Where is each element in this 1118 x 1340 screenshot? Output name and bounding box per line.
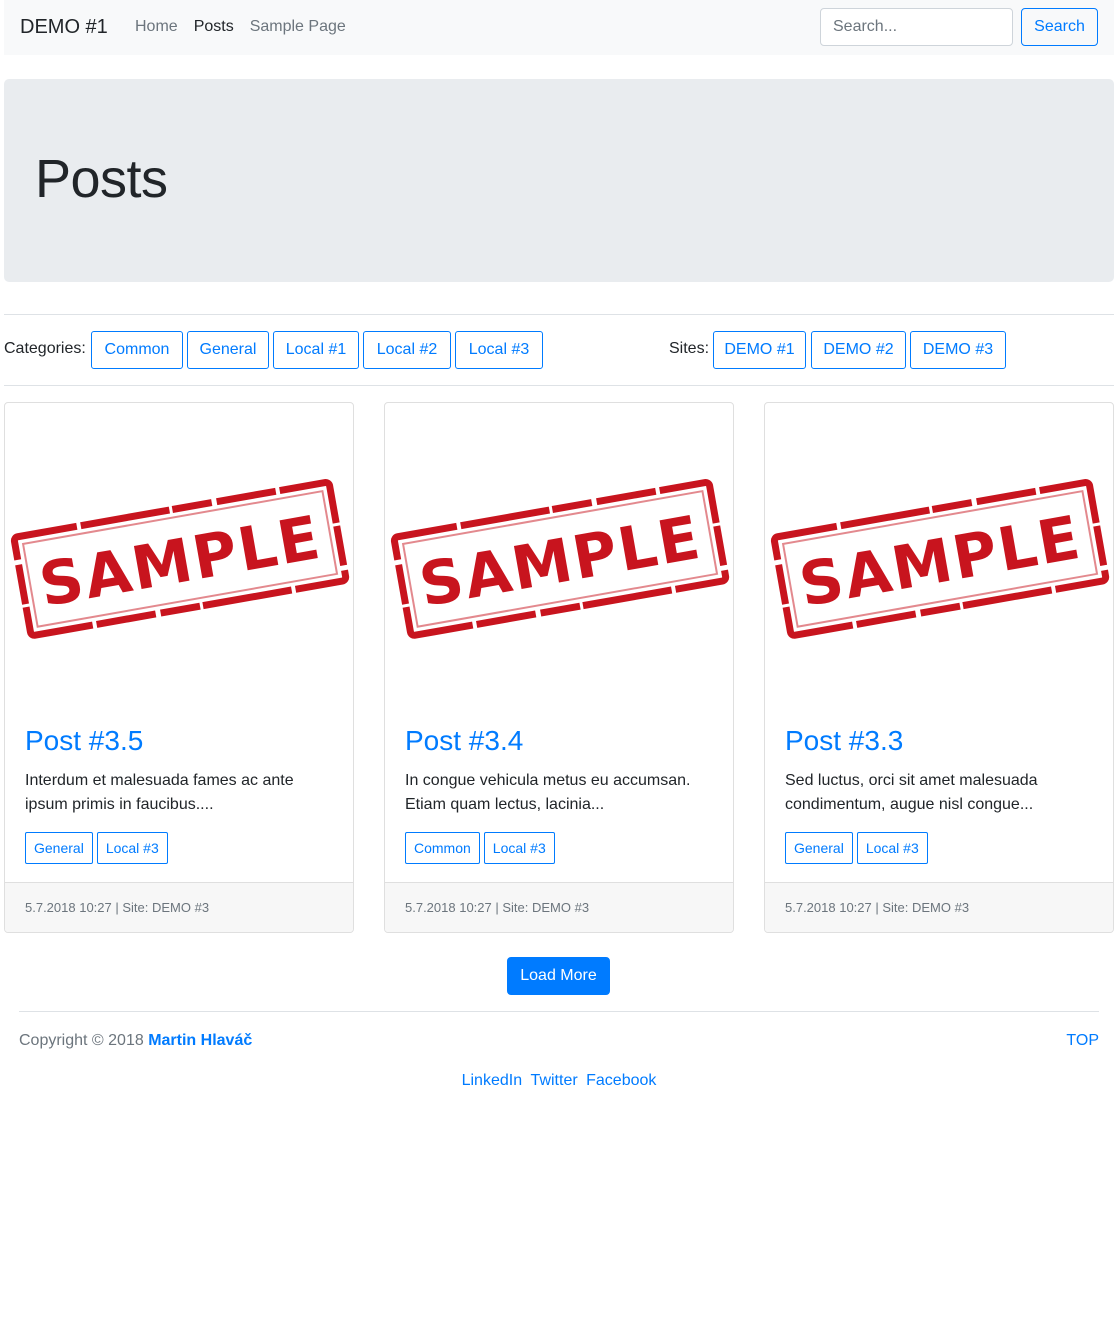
tag-general[interactable]: General — [785, 832, 853, 864]
copyright: Copyright © 2018 Martin Hlaváč — [19, 1031, 252, 1051]
site-button-demo-2[interactable]: DEMO #2 — [811, 331, 906, 369]
post-excerpt: Interdum et malesuada fames ac ante ipsu… — [25, 772, 294, 813]
sample-stamp-image[interactable]: SAMPLE — [765, 403, 1113, 703]
load-more-button[interactable]: Load More — [507, 957, 610, 995]
site-button-demo-3[interactable]: DEMO #3 — [910, 331, 1006, 369]
sample-stamp-image[interactable]: SAMPLE — [385, 403, 733, 703]
divider — [4, 314, 1114, 315]
post-excerpt: Sed luctus, orci sit amet malesuada cond… — [785, 772, 1038, 813]
twitter-link[interactable]: Twitter — [531, 1072, 578, 1089]
facebook-link[interactable]: Facebook — [586, 1072, 656, 1089]
tag-local-3[interactable]: Local #3 — [96, 832, 168, 864]
post-meta: 5.7.2018 10:27 | Site: DEMO #3 — [765, 882, 1113, 932]
post-title[interactable]: Post #3.3 — [785, 725, 903, 757]
post-card: SAMPLE Post #3.5 Interdum et malesuada f… — [4, 402, 354, 933]
category-button-general[interactable]: General — [187, 331, 269, 369]
tag-general[interactable]: General — [25, 832, 93, 864]
sites-label: Sites: — [669, 340, 710, 357]
social-links: LinkedIn Twitter Facebook — [0, 1071, 1118, 1091]
tag-local-3[interactable]: Local #3 — [856, 832, 928, 864]
stamp-text: SAMPLE — [34, 503, 326, 621]
categories-label: Categories: — [4, 340, 86, 357]
divider — [4, 385, 1114, 386]
category-button-local-2[interactable]: Local #2 — [363, 331, 451, 369]
post-card: SAMPLE Post #3.3 Sed luctus, orci sit am… — [764, 402, 1114, 933]
category-button-common[interactable]: Common — [91, 331, 183, 369]
top-link[interactable]: TOP — [1066, 1031, 1099, 1051]
copyright-text: Copyright © 2018 — [19, 1032, 144, 1049]
nav-links: Home Posts Sample Page — [127, 17, 354, 37]
post-tags: General Local #3 — [25, 832, 168, 864]
page-header: Posts — [4, 79, 1114, 282]
brand-link[interactable]: DEMO #1 — [20, 15, 108, 39]
stamp-text: SAMPLE — [794, 503, 1086, 621]
nav-link-posts[interactable]: Posts — [186, 17, 242, 37]
post-title[interactable]: Post #3.4 — [405, 725, 523, 757]
post-excerpt: In congue vehicula metus eu accumsan. Et… — [405, 772, 691, 813]
navbar: DEMO #1 Home Posts Sample Page Search — [4, 0, 1114, 55]
linkedin-link[interactable]: LinkedIn — [462, 1072, 523, 1089]
nav-link-sample-page[interactable]: Sample Page — [242, 17, 354, 37]
tag-common[interactable]: Common — [405, 832, 480, 864]
site-button-demo-1[interactable]: DEMO #1 — [713, 331, 806, 369]
category-button-local-1[interactable]: Local #1 — [273, 331, 359, 369]
sample-stamp-image[interactable]: SAMPLE — [5, 403, 353, 703]
post-title[interactable]: Post #3.5 — [25, 725, 143, 757]
search-button[interactable]: Search — [1021, 8, 1098, 46]
search-input[interactable] — [820, 8, 1013, 46]
post-tags: General Local #3 — [785, 832, 928, 864]
category-button-local-3[interactable]: Local #3 — [455, 331, 543, 369]
page-title: Posts — [35, 149, 168, 209]
post-card: SAMPLE Post #3.4 In congue vehicula metu… — [384, 402, 734, 933]
nav-link-home[interactable]: Home — [127, 17, 186, 37]
tag-local-3[interactable]: Local #3 — [483, 832, 555, 864]
post-meta: 5.7.2018 10:27 | Site: DEMO #3 — [5, 882, 353, 932]
author-link[interactable]: Martin Hlaváč — [148, 1032, 252, 1049]
footer-divider — [19, 1011, 1099, 1012]
stamp-text: SAMPLE — [414, 503, 706, 621]
post-meta: 5.7.2018 10:27 | Site: DEMO #3 — [385, 882, 733, 932]
post-tags: Common Local #3 — [405, 832, 555, 864]
